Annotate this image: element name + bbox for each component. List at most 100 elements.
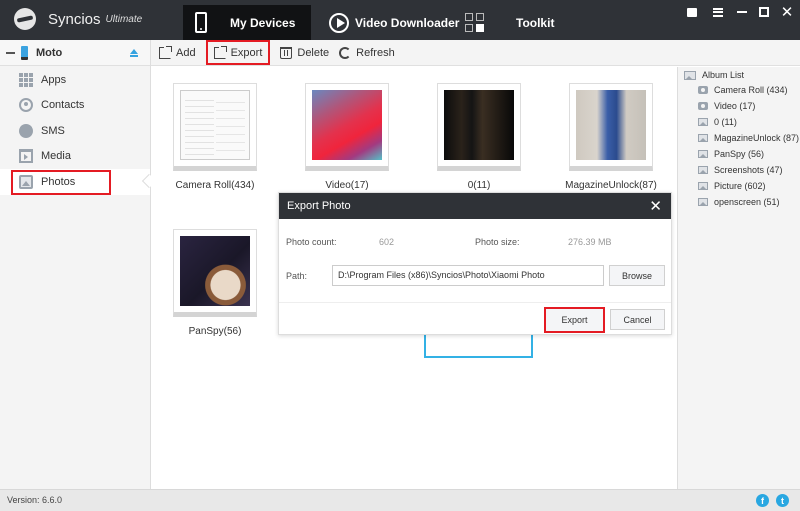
album-frame bbox=[173, 229, 257, 317]
play-icon bbox=[329, 12, 349, 33]
toolkit-grid-icon bbox=[465, 13, 484, 32]
sidebar-item-photos[interactable]: Photos bbox=[0, 169, 150, 195]
album-list-label: Screenshots (47) bbox=[714, 165, 783, 175]
sms-icon bbox=[19, 124, 33, 138]
album-list-item[interactable]: MagazineUnlock (87) bbox=[678, 130, 800, 146]
album-list-label: PanSpy (56) bbox=[714, 149, 765, 159]
sidebar: Moto Apps Contacts SMS Media Photos bbox=[0, 40, 157, 489]
dialog-close-icon[interactable]: ✕ bbox=[649, 197, 662, 215]
camera-icon bbox=[698, 102, 708, 110]
facebook-icon[interactable]: f bbox=[756, 494, 769, 507]
album-label: MagazineUnlock(87) bbox=[565, 180, 657, 191]
sidebar-item-sms[interactable]: SMS bbox=[0, 118, 150, 144]
delete-label: Delete bbox=[297, 46, 330, 59]
dialog-title: Export Photo bbox=[287, 200, 351, 212]
dialog-export-button[interactable]: Export bbox=[544, 307, 605, 333]
picture-icon bbox=[698, 198, 708, 206]
version-label: Version: 6.6.0 bbox=[7, 495, 63, 505]
maximize-button[interactable] bbox=[756, 4, 772, 20]
export-photo-dialog: Export Photo ✕ Photo count: 602 Photo si… bbox=[278, 192, 672, 335]
photo-size-label: Photo size: bbox=[475, 237, 520, 247]
tab-video-downloader[interactable]: Video Downloader bbox=[326, 5, 466, 40]
album-item[interactable]: PanSpy(56) bbox=[155, 229, 275, 337]
sidebar-item-contacts[interactable]: Contacts bbox=[0, 92, 150, 118]
collapse-icon[interactable] bbox=[6, 51, 15, 54]
album-list-title: Album List bbox=[702, 70, 745, 80]
eject-icon[interactable] bbox=[130, 49, 138, 57]
album-item[interactable]: Camera Roll(434) bbox=[155, 83, 275, 191]
menu-button[interactable] bbox=[710, 4, 726, 20]
album-list-item[interactable]: Screenshots (47) bbox=[678, 162, 800, 178]
syncios-logo-icon bbox=[14, 8, 36, 30]
tab-label: Video Downloader bbox=[355, 15, 460, 30]
album-list-label: Camera Roll (434) bbox=[714, 85, 788, 95]
feedback-icon bbox=[687, 7, 697, 17]
dialog-divider bbox=[279, 302, 671, 303]
album-item[interactable]: MagazineUnlock(87) bbox=[551, 83, 671, 191]
picture-icon bbox=[698, 118, 708, 126]
sidebar-item-label: Apps bbox=[41, 74, 67, 86]
status-bar: Version: 6.6.0 f t bbox=[0, 489, 800, 511]
album-list-label: 0 (11) bbox=[714, 117, 737, 127]
trash-icon bbox=[280, 46, 293, 59]
device-row[interactable]: Moto bbox=[0, 40, 150, 66]
album-item[interactable]: 0(11) bbox=[419, 83, 539, 191]
browse-button[interactable]: Browse bbox=[609, 265, 665, 286]
hamburger-menu-icon bbox=[713, 7, 723, 17]
refresh-icon bbox=[339, 46, 352, 59]
contacts-icon bbox=[19, 98, 33, 112]
twitter-icon[interactable]: t bbox=[776, 494, 789, 507]
album-list-item[interactable]: Video (17) bbox=[678, 98, 800, 114]
maximize-icon bbox=[759, 7, 769, 17]
album-label: Video(17) bbox=[325, 180, 369, 191]
title-bar: Syncios Ultimate My Devices Video Downlo… bbox=[0, 0, 800, 40]
album-thumbnail bbox=[576, 90, 646, 160]
photo-count-label: Photo count: bbox=[286, 237, 337, 247]
media-icon bbox=[19, 149, 33, 163]
album-list-header[interactable]: Album List bbox=[678, 68, 800, 82]
album-thumbnail bbox=[312, 90, 382, 160]
camera-icon bbox=[698, 86, 708, 94]
album-list-label: MagazineUnlock (87) bbox=[714, 133, 800, 143]
album-list-icon bbox=[684, 70, 696, 80]
toolbar: Add Export Delete Refresh bbox=[151, 40, 800, 66]
picture-icon bbox=[698, 150, 708, 158]
tab-toolkit[interactable]: Toolkit bbox=[465, 5, 585, 40]
feedback-button[interactable] bbox=[684, 4, 700, 20]
close-icon: ✕ bbox=[780, 4, 794, 21]
close-button[interactable]: ✕ bbox=[779, 4, 795, 21]
export-label: Export bbox=[230, 46, 263, 59]
export-button[interactable]: Export bbox=[205, 40, 271, 65]
album-list-item[interactable]: openscreen (51) bbox=[678, 194, 800, 210]
path-input[interactable]: D:\Program Files (x86)\Syncios\Photo\Xia… bbox=[332, 265, 604, 286]
photo-size-value: 276.39 MB bbox=[568, 237, 612, 247]
album-item[interactable]: Video(17) bbox=[287, 83, 407, 191]
sidebar-item-label: Media bbox=[41, 150, 71, 162]
sidebar-item-apps[interactable]: Apps bbox=[0, 67, 150, 93]
delete-button[interactable]: Delete bbox=[280, 42, 329, 64]
dialog-cancel-button[interactable]: Cancel bbox=[610, 309, 665, 330]
sidebar-item-media[interactable]: Media bbox=[0, 143, 150, 169]
add-icon bbox=[159, 45, 172, 59]
album-list-panel: Album List Camera Roll (434) Video (17) … bbox=[677, 67, 800, 489]
album-frame bbox=[305, 83, 389, 171]
album-list-item[interactable]: 0 (11) bbox=[678, 114, 800, 130]
album-list-item[interactable]: PanSpy (56) bbox=[678, 146, 800, 162]
app-brand: Syncios Ultimate bbox=[14, 8, 142, 30]
apps-icon bbox=[19, 73, 33, 87]
album-label: Camera Roll(434) bbox=[175, 180, 255, 191]
album-list-item[interactable]: Camera Roll (434) bbox=[678, 82, 800, 98]
album-list-item[interactable]: Picture (602) bbox=[678, 178, 800, 194]
photo-count-value: 602 bbox=[379, 237, 395, 247]
phone-icon bbox=[195, 12, 207, 33]
sidebar-item-label: Contacts bbox=[41, 99, 85, 111]
album-frame bbox=[569, 83, 653, 171]
minimize-button[interactable] bbox=[734, 4, 750, 20]
tab-my-devices[interactable]: My Devices bbox=[183, 5, 311, 40]
picture-icon bbox=[698, 166, 708, 174]
add-button[interactable]: Add bbox=[159, 42, 196, 64]
picture-icon bbox=[698, 134, 708, 142]
dialog-header: Export Photo bbox=[279, 193, 671, 219]
refresh-button[interactable]: Refresh bbox=[339, 42, 395, 64]
phone-icon bbox=[21, 45, 28, 60]
